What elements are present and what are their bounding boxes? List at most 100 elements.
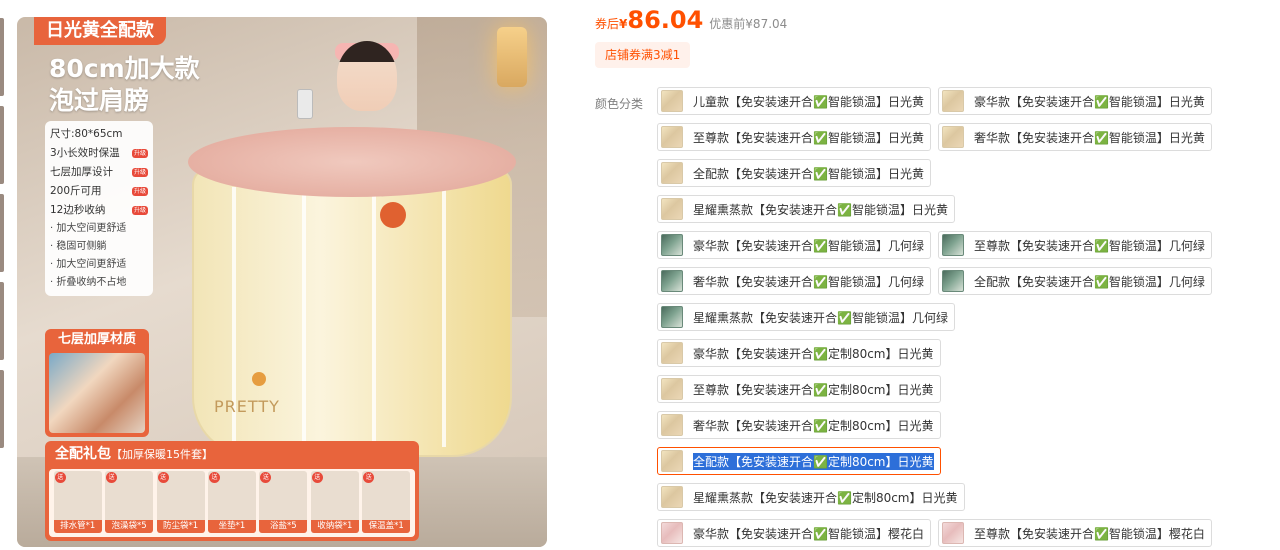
spec-row: 尺寸:80*65cm bbox=[50, 125, 148, 144]
sku-option[interactable]: 豪华款【免安装速开合✅智能锁温】日光黄 bbox=[937, 87, 1212, 115]
spec-note: · 加大空间更舒适 bbox=[50, 259, 127, 270]
gift-item: 送收纳袋*1 bbox=[310, 471, 359, 533]
gift-label: 泡澡袋*5 bbox=[105, 520, 154, 533]
sku-label: 颜色分类 bbox=[595, 97, 644, 111]
price-row: 券后 ¥ 86.04 优惠前¥87.04 bbox=[595, 6, 787, 36]
gift-item: 送防尘袋*1 bbox=[156, 471, 205, 533]
sku-option[interactable]: 全配款【免安装速开合✅定制80cm】日光黄 bbox=[657, 447, 941, 475]
spec-text: 200斤可用 bbox=[50, 185, 102, 197]
sku-option[interactable]: 至尊款【免安装速开合✅智能锁温】樱花白 bbox=[937, 519, 1212, 547]
spec-text: 尺寸:80*65cm bbox=[50, 128, 123, 140]
spec-row: 七层加厚设计 升级 bbox=[50, 163, 148, 182]
sku-option-label: 至尊款【免安装速开合✅定制80cm】日光黄 bbox=[693, 382, 934, 397]
thumbnail[interactable] bbox=[0, 106, 4, 184]
sku-option-label: 豪华款【免安装速开合✅定制80cm】日光黄 bbox=[693, 346, 934, 361]
gift-label: 保温盖*1 bbox=[362, 520, 411, 533]
sku-option[interactable]: 星耀熏蒸款【免安装速开合✅智能锁温】几何绿 bbox=[657, 303, 955, 331]
headline: 80cm加大款 泡过肩膀 bbox=[49, 53, 200, 117]
thumbnail[interactable] bbox=[0, 194, 4, 272]
gift-badge: 送 bbox=[54, 472, 66, 483]
gift-pack: 全配礼包【加厚保暖15件套】 送排水管*1 送泡澡袋*5 送防尘袋*1 送坐垫*… bbox=[45, 441, 419, 541]
sku-thumbnail bbox=[941, 234, 964, 256]
wall-lamp-image bbox=[497, 27, 527, 87]
product-detail-page: 日光黄全配款 80cm加大款 泡过肩膀 尺寸:80*65cm 3小长效时保温 升级… bbox=[0, 0, 1280, 550]
sku-thumbnail bbox=[661, 414, 683, 436]
spec-row: 3小长效时保温 升级 bbox=[50, 144, 148, 163]
thumbnail-strip bbox=[0, 18, 4, 548]
decor-dot bbox=[252, 372, 266, 386]
original-price: 优惠前¥87.04 bbox=[709, 17, 788, 31]
sku-option-label: 豪华款【免安装速开合✅智能锁温】樱花白 bbox=[693, 526, 924, 541]
sku-option[interactable]: 星耀熏蒸款【免安装速开合✅智能锁温】日光黄 bbox=[657, 195, 955, 223]
thumbnail[interactable] bbox=[0, 282, 4, 360]
gift-badge: 送 bbox=[363, 472, 375, 483]
sku-option-label: 奢华款【免安装速开合✅定制80cm】日光黄 bbox=[693, 418, 934, 433]
sku-option[interactable]: 至尊款【免安装速开合✅定制80cm】日光黄 bbox=[657, 375, 941, 403]
sku-option[interactable]: 奢华款【免安装速开合✅定制80cm】日光黄 bbox=[657, 411, 941, 439]
sku-option[interactable]: 豪华款【免安装速开合✅智能锁温】樱花白 bbox=[657, 519, 931, 547]
sku-option-label: 全配款【免安装速开合✅智能锁温】几何绿 bbox=[973, 274, 1205, 289]
sku-option[interactable]: 星耀熏蒸款【免安装速开合✅定制80cm】日光黄 bbox=[657, 483, 965, 511]
sku-options: 儿童款【免安装速开合✅智能锁温】日光黄 豪华款【免安装速开合✅智能锁温】日光黄 至尊… bbox=[657, 87, 1277, 547]
variant-flag: 日光黄全配款 bbox=[34, 17, 166, 45]
sku-thumbnail bbox=[661, 270, 683, 292]
gift-badge: 送 bbox=[208, 472, 220, 483]
gift-badge: 送 bbox=[157, 472, 169, 483]
gift-item: 送排水管*1 bbox=[53, 471, 102, 533]
decor-dot bbox=[380, 202, 406, 228]
sku-thumbnail bbox=[941, 522, 964, 544]
sku-thumbnail bbox=[661, 486, 683, 508]
spec-card: 尺寸:80*65cm 3小长效时保温 升级 七层加厚设计 升级 200斤可用 升级 1… bbox=[45, 121, 153, 296]
tub-stripe bbox=[302, 187, 306, 447]
gift-label: 坐垫*1 bbox=[207, 520, 256, 533]
material-caption: 七层加厚材质 bbox=[57, 332, 136, 347]
sku-thumbnail bbox=[661, 342, 683, 364]
material-swatch-image bbox=[49, 353, 145, 433]
sku-option[interactable]: 豪华款【免安装速开合✅智能锁温】几何绿 bbox=[657, 231, 931, 259]
bathtub-illustration: PRETTY bbox=[188, 127, 516, 467]
tub-stripe bbox=[442, 187, 446, 447]
current-price: 86.04 bbox=[627, 6, 704, 34]
sku-thumbnail bbox=[941, 270, 964, 292]
sku-thumbnail bbox=[661, 450, 683, 472]
price-label: 券后 bbox=[595, 17, 620, 31]
main-product-image[interactable]: 日光黄全配款 80cm加大款 泡过肩膀 尺寸:80*65cm 3小长效时保温 升级… bbox=[17, 17, 547, 547]
gift-label: 排水管*1 bbox=[53, 520, 102, 533]
thumbnail[interactable] bbox=[0, 18, 4, 96]
sku-option[interactable]: 至尊款【免安装速开合✅智能锁温】日光黄 bbox=[657, 123, 931, 151]
sku-thumbnail bbox=[661, 126, 683, 148]
sku-option[interactable]: 全配款【免安装速开合✅智能锁温】日光黄 bbox=[657, 159, 931, 187]
gift-badge: 送 bbox=[311, 472, 323, 483]
gift-title-main: 全配礼包 bbox=[55, 446, 111, 462]
gift-item: 送浴盐*5 bbox=[259, 471, 308, 533]
gift-items: 送排水管*1 送泡澡袋*5 送防尘袋*1 送坐垫*1 送浴盐*5 送收纳袋*1 … bbox=[49, 469, 415, 537]
sku-option[interactable]: 全配款【免安装速开合✅智能锁温】几何绿 bbox=[937, 267, 1212, 295]
upgrade-badge: 升级 bbox=[131, 187, 148, 196]
thumbnail[interactable] bbox=[0, 370, 4, 448]
spec-row: 12边秒收纳 升级 bbox=[50, 201, 148, 220]
spec-note: · 折叠收纳不占地 bbox=[50, 277, 127, 288]
material-card: 七层加厚材质 bbox=[45, 329, 149, 437]
sku-thumbnail bbox=[661, 90, 683, 112]
spec-text: 七层加厚设计 bbox=[50, 166, 113, 178]
sku-thumbnail bbox=[661, 162, 683, 184]
spec-note: · 稳固可侧躺 bbox=[50, 241, 107, 252]
gift-label: 防尘袋*1 bbox=[156, 520, 205, 533]
gift-item: 送坐垫*1 bbox=[207, 471, 256, 533]
sku-thumbnail bbox=[661, 306, 683, 328]
sku-option-label: 至尊款【免安装速开合✅智能锁温】几何绿 bbox=[973, 238, 1205, 253]
spec-row: 200斤可用 升级 bbox=[50, 182, 148, 201]
sku-option[interactable]: 儿童款【免安装速开合✅智能锁温】日光黄 bbox=[657, 87, 931, 115]
headline-line-1: 80cm加大款 bbox=[49, 54, 200, 83]
gift-title: 全配礼包【加厚保暖15件套】 bbox=[45, 441, 419, 467]
sku-thumbnail bbox=[661, 378, 683, 400]
upgrade-badge: 升级 bbox=[131, 168, 148, 177]
currency-symbol: ¥ bbox=[619, 17, 628, 31]
sku-option[interactable]: 奢华款【免安装速开合✅智能锁温】日光黄 bbox=[937, 123, 1212, 151]
sku-option[interactable]: 豪华款【免安装速开合✅定制80cm】日光黄 bbox=[657, 339, 941, 367]
sku-option[interactable]: 奢华款【免安装速开合✅智能锁温】几何绿 bbox=[657, 267, 931, 295]
shop-coupon[interactable]: 店铺券满3减1 bbox=[595, 42, 691, 68]
sku-option[interactable]: 至尊款【免安装速开合✅智能锁温】几何绿 bbox=[937, 231, 1212, 259]
gift-subtitle: 【加厚保暖15件套】 bbox=[111, 448, 213, 461]
sku-option-label: 豪华款【免安装速开合✅智能锁温】几何绿 bbox=[693, 238, 924, 253]
